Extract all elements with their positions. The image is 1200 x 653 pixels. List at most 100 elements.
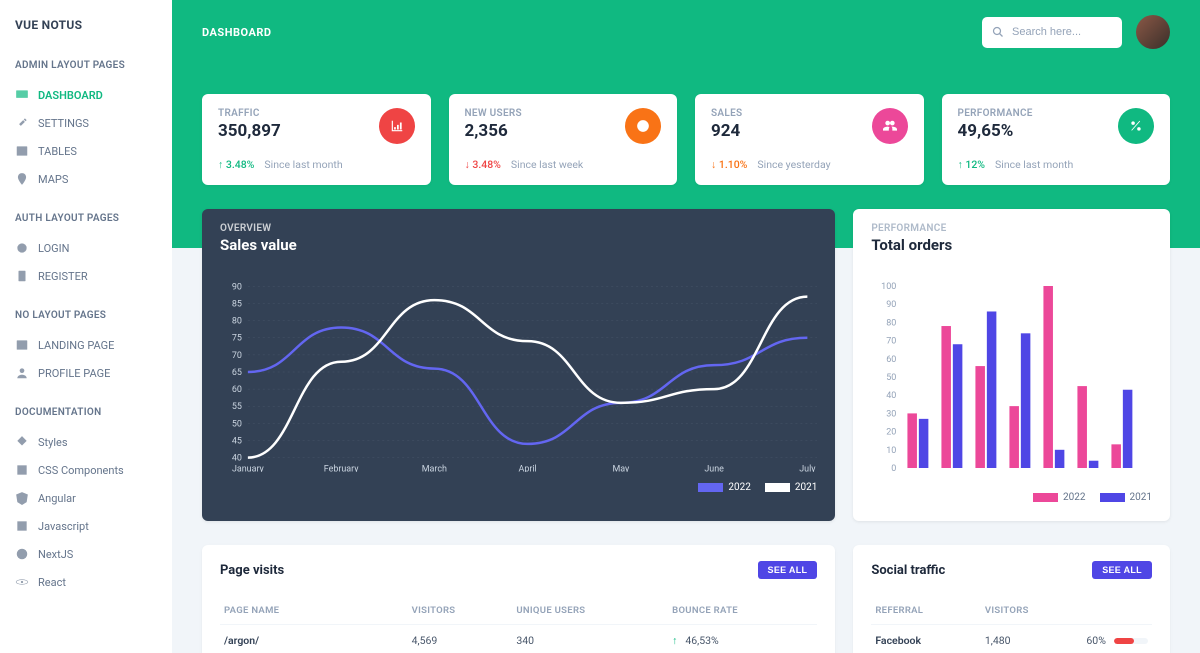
stat-label: PERFORMANCE [958, 108, 1033, 119]
sidebar-item-label: PROFILE PAGE [38, 367, 110, 380]
chart-title: Sales value [220, 236, 817, 254]
stat-period: Since yesterday [757, 158, 830, 171]
svg-text:April: April [519, 465, 537, 472]
fingerprint-icon [15, 241, 29, 255]
chart-icon [379, 108, 415, 144]
avatar[interactable] [1136, 15, 1170, 49]
sidebar-item-maps[interactable]: MAPS [15, 165, 157, 193]
chart-title: Total orders [871, 236, 1152, 254]
sidebar-item-nextjs[interactable]: NextJS [15, 540, 157, 568]
svg-text:May: May [612, 465, 630, 472]
social-traffic-card: Social traffic SEE ALL REFERRALVISITORSF… [853, 545, 1170, 653]
svg-text:45: 45 [232, 436, 242, 446]
topbar: DASHBOARD [202, 15, 1170, 49]
svg-text:60: 60 [887, 355, 897, 365]
sidebar-item-label: MAPS [38, 173, 68, 186]
stat-card-new-users: NEW USERS 2,356 ↓ 3.48%Since last week [449, 94, 678, 185]
svg-text:75: 75 [232, 334, 242, 344]
svg-text:60: 60 [232, 385, 242, 395]
stat-label: NEW USERS [465, 108, 522, 119]
svg-text:70: 70 [887, 337, 897, 347]
table-header: REFERRAL [871, 597, 981, 625]
sidebar-item-label: SETTINGS [38, 117, 89, 130]
page-visits-table: PAGE NAMEVISITORSUNIQUE USERSBOUNCE RATE… [220, 597, 817, 653]
newspaper-icon [15, 338, 29, 352]
legend-item: 2022 [698, 482, 750, 493]
sidebar-item-login[interactable]: LOGIN [15, 234, 157, 262]
see-all-button[interactable]: SEE ALL [1092, 561, 1152, 579]
css-icon [15, 463, 29, 477]
stat-card-traffic: TRAFFIC 350,897 ↑ 3.48%Since last month [202, 94, 431, 185]
table-icon [15, 144, 29, 158]
sidebar-item-settings[interactable]: SETTINGS [15, 109, 157, 137]
sidebar-item-label: NextJS [38, 548, 73, 561]
table-title: Social traffic [871, 563, 945, 578]
user-icon [15, 366, 29, 380]
stat-label: TRAFFIC [218, 108, 281, 119]
svg-text:50: 50 [232, 419, 242, 429]
svg-text:20: 20 [887, 428, 897, 438]
sidebar-item-label: Angular [38, 492, 76, 505]
chart-overline: OVERVIEW [220, 223, 817, 234]
sidebar-item-register[interactable]: REGISTER [15, 262, 157, 290]
svg-text:100: 100 [881, 282, 896, 292]
sidebar-item-landing-page[interactable]: LANDING PAGE [15, 331, 157, 359]
stat-value: 350,897 [218, 121, 281, 141]
tools-icon [15, 116, 29, 130]
line-chart: 4045505560657075808590JanuaryFebruaryMar… [220, 272, 817, 493]
svg-text:30: 30 [887, 409, 897, 419]
sidebar-item-css-components[interactable]: CSS Components [15, 456, 157, 484]
stat-value: 49,65% [958, 121, 1033, 141]
main: DASHBOARD TRAFFIC 350,897 ↑ 3.48%Since l… [172, 0, 1200, 653]
tables-row: Page visits SEE ALL PAGE NAMEVISITORSUNI… [202, 545, 1170, 653]
see-all-button[interactable]: SEE ALL [758, 561, 818, 579]
nav-heading: AUTH LAYOUT PAGES [15, 213, 157, 224]
sidebar-item-profile-page[interactable]: PROFILE PAGE [15, 359, 157, 387]
social-table: REFERRALVISITORSFacebook1,48060%Facebook… [871, 597, 1152, 653]
svg-text:40: 40 [232, 454, 242, 464]
sidebar-item-javascript[interactable]: Javascript [15, 512, 157, 540]
svg-text:10: 10 [887, 446, 897, 456]
svg-text:65: 65 [232, 368, 242, 378]
stat-delta: ↑ 12% [958, 158, 986, 171]
sidebar-item-label: React [38, 576, 66, 589]
tv-icon [15, 88, 29, 102]
page-visits-card: Page visits SEE ALL PAGE NAMEVISITORSUNI… [202, 545, 835, 653]
stat-card-sales: SALES 924 ↓ 1.10%Since yesterday [695, 94, 924, 185]
sidebar: VUE NOTUS ADMIN LAYOUT PAGESDASHBOARDSET… [0, 0, 172, 653]
sidebar-item-react[interactable]: React [15, 568, 157, 596]
paint-icon [15, 435, 29, 449]
svg-text:0: 0 [892, 464, 897, 474]
nav-heading: DOCUMENTATION [15, 407, 157, 418]
sidebar-item-styles[interactable]: Styles [15, 428, 157, 456]
pie-icon [625, 108, 661, 144]
search-box[interactable] [982, 17, 1122, 48]
sidebar-item-angular[interactable]: Angular [15, 484, 157, 512]
svg-text:50: 50 [887, 373, 897, 383]
sidebar-item-label: DASHBOARD [38, 89, 103, 102]
svg-text:January: January [232, 465, 265, 472]
svg-text:55: 55 [232, 402, 242, 412]
table-row[interactable]: Facebook1,48060% [871, 625, 1152, 653]
legend-item: 2021 [765, 482, 817, 493]
svg-text:90: 90 [232, 282, 242, 292]
svg-text:80: 80 [232, 317, 242, 327]
svg-text:February: February [324, 465, 360, 472]
svg-text:40: 40 [887, 391, 897, 401]
stat-card-performance: PERFORMANCE 49,65% ↑ 12%Since last month [942, 94, 1171, 185]
table-row[interactable]: /argon/4,569340↑46,53% [220, 625, 817, 653]
brand: VUE NOTUS [15, 18, 157, 32]
search-input[interactable] [1012, 26, 1112, 38]
table-header: BOUNCE RATE [668, 597, 817, 625]
stat-delta: ↓ 1.10% [711, 158, 747, 171]
clipboard-icon [15, 269, 29, 283]
orders-chart-card: PERFORMANCE Total orders 010203040506070… [853, 209, 1170, 521]
arrow-up-icon: ↑ [672, 634, 677, 647]
js-icon [15, 519, 29, 533]
stat-period: Since last week [511, 158, 583, 171]
stats-row: TRAFFIC 350,897 ↑ 3.48%Since last month … [202, 94, 1170, 185]
svg-text:85: 85 [232, 299, 242, 309]
stat-label: SALES [711, 108, 742, 119]
sidebar-item-dashboard[interactable]: DASHBOARD [15, 81, 157, 109]
sidebar-item-tables[interactable]: TABLES [15, 137, 157, 165]
